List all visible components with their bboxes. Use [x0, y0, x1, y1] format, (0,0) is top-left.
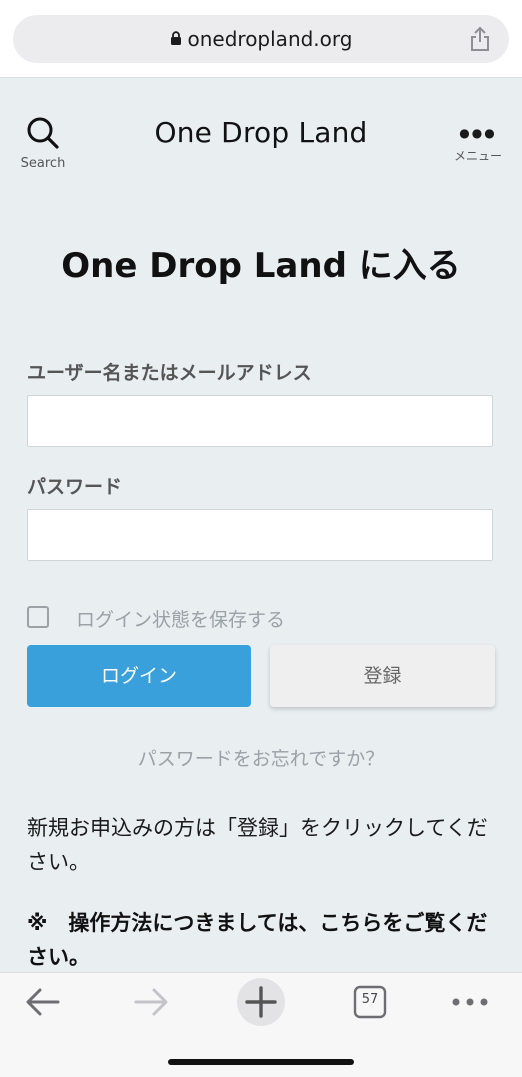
tabs-icon[interactable]: 57	[353, 985, 387, 1023]
signup-instructions: 新規お申込みの方は「登録」をクリックしてください。	[27, 816, 488, 874]
share-icon[interactable]	[469, 26, 491, 56]
more-icon[interactable]	[450, 989, 490, 1019]
browser-toolbar: 57	[0, 972, 522, 1077]
page-title: One Drop Land に入る	[61, 246, 461, 286]
home-indicator	[168, 1059, 354, 1065]
lock-icon	[170, 27, 182, 51]
password-input[interactable]	[27, 509, 493, 561]
search-label: Search	[20, 156, 66, 171]
username-input[interactable]	[27, 395, 493, 447]
menu-label: メニュー	[453, 149, 502, 163]
remember-checkbox[interactable]	[27, 606, 49, 628]
menu-button[interactable]: ●●● メニュー	[448, 122, 508, 164]
url-text: onedropland.org	[187, 27, 353, 51]
url-field[interactable]: onedropland.org	[13, 15, 509, 63]
back-arrow-icon[interactable]	[24, 985, 62, 1023]
more-dots-icon: ●●●	[459, 126, 497, 140]
browser-address-bar: onedropland.org	[0, 0, 522, 78]
register-button[interactable]: 登録	[270, 645, 495, 707]
forgot-password-link[interactable]: パスワードをお忘れですか？	[0, 744, 522, 771]
new-tab-plus-icon[interactable]	[236, 977, 286, 1031]
password-label: パスワード	[27, 476, 123, 498]
tab-count: 57	[361, 992, 379, 1007]
instructions-note-link[interactable]: ※ 操作方法につきましては、こちらをご覧ください。	[27, 906, 495, 972]
site-title[interactable]: One Drop Land	[0, 116, 522, 149]
login-button[interactable]: ログイン	[27, 645, 251, 707]
remember-label: ログイン状態を保存する	[76, 609, 286, 631]
forward-arrow-icon[interactable]	[132, 985, 170, 1023]
page-content: Search One Drop Land ●●● メニュー One Drop L…	[0, 78, 522, 972]
username-label: ユーザー名またはメールアドレス	[27, 362, 312, 384]
